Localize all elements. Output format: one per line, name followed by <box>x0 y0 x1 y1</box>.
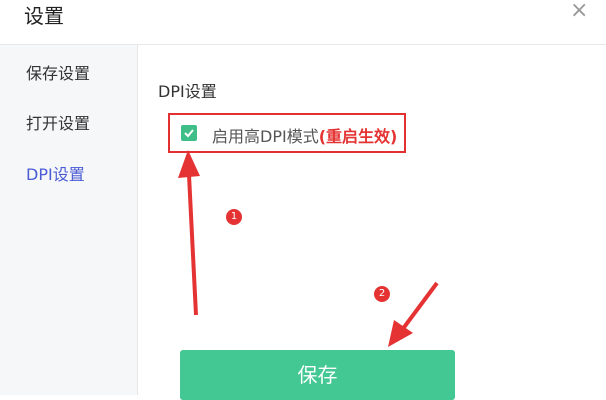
sidebar-item-save-settings[interactable]: 保存设置 <box>26 60 90 84</box>
high-dpi-label[interactable]: 启用高DPI模式(重启生效) <box>212 123 397 147</box>
high-dpi-label-text: 启用高DPI模式 <box>212 127 319 146</box>
restart-note: (重启生效) <box>318 127 398 146</box>
save-button[interactable]: 保存 <box>180 350 455 400</box>
sidebar-item-dpi-settings[interactable]: DPI设置 <box>26 161 85 185</box>
step-2-badge: 2 <box>374 286 390 302</box>
settings-content: DPI设置 启用高DPI模式(重启生效) 1 2 保存 <box>138 45 606 400</box>
settings-sidebar: 保存设置 打开设置 DPI设置 <box>0 45 138 395</box>
high-dpi-checkbox[interactable] <box>181 125 197 141</box>
close-icon[interactable]: × <box>570 0 588 22</box>
step-1-badge: 1 <box>226 209 242 225</box>
dialog-title: 设置 <box>24 4 64 28</box>
sidebar-item-open-settings[interactable]: 打开设置 <box>26 110 90 134</box>
section-title: DPI设置 <box>158 82 217 101</box>
dpi-option-highlight: 启用高DPI模式(重启生效) <box>168 113 406 153</box>
checkmark-icon <box>184 129 194 138</box>
dialog-header: 设置 × <box>0 0 606 45</box>
